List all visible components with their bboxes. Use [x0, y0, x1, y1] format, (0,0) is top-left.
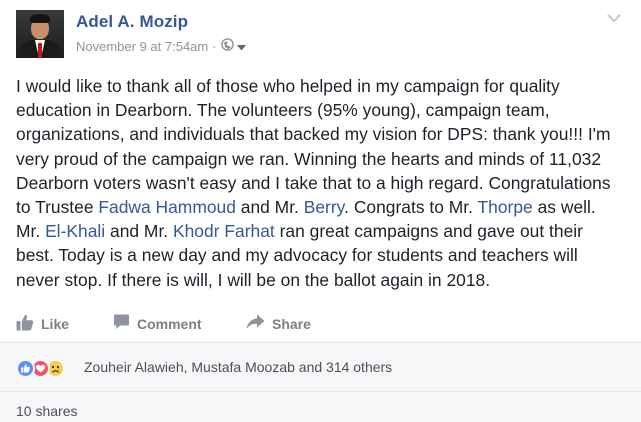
post-text-segment: never stop. If there is will, I will be … [16, 269, 491, 290]
share-button[interactable]: Share [246, 314, 311, 333]
post-text-segment: ran great campaigns and gave out their [274, 221, 583, 242]
mention-link[interactable]: Thorpe [478, 197, 533, 217]
audience-caret-icon[interactable] [236, 39, 246, 54]
mention-link[interactable]: Fadwa Hammoud [98, 197, 236, 217]
mention-link[interactable]: Berry [304, 197, 344, 217]
like-thumb-icon [16, 314, 34, 334]
reaction-icons[interactable] [16, 357, 65, 379]
post-text-line: organizations, and individuals that back… [16, 122, 626, 146]
share-label: Share [272, 315, 311, 332]
like-button[interactable]: Like [16, 314, 69, 334]
post-text-segment: and Mr. [105, 221, 173, 242]
post-meta: November 9 at 7:54am · [76, 38, 246, 54]
meta-separator: · [212, 38, 217, 54]
post-text-line: never stop. If there is will, I will be … [16, 268, 626, 292]
post-text-segment: and Mr. [235, 197, 304, 218]
post-timestamp[interactable]: November 9 at 7:54am [76, 39, 208, 54]
post-text: I would like to thank all of those who h… [16, 74, 626, 292]
post-text-line: Dearborn voters wasn't easy and I take t… [16, 171, 626, 195]
post-text-segment: as well. [532, 197, 596, 218]
reactors-names[interactable]: Zouheir Alawieh, Mustafa Moozab and 314 … [84, 359, 392, 375]
author-name[interactable]: Adel A. Mozip [76, 12, 188, 32]
post-options-chevron-icon[interactable] [607, 10, 621, 28]
feedback-section [0, 343, 641, 422]
like-icon [16, 358, 35, 378]
post-text-segment: very proud of the campaign we ran. Winni… [16, 148, 602, 169]
post-text-line: education in Dearborn. The volunteers (9… [16, 98, 626, 122]
mention-link[interactable]: El-Khali [45, 221, 105, 241]
shares-count[interactable]: 10 shares [16, 403, 77, 419]
mention-link[interactable]: Khodr Farhat [173, 221, 275, 241]
post-text-segment: education in Dearborn. The volunteers (9… [16, 100, 550, 121]
post-text-segment: to Trustee [16, 197, 99, 218]
post-text-segment: Dearborn voters wasn't easy and I take t… [16, 172, 611, 193]
globe-icon[interactable] [220, 38, 234, 54]
post-text-line: to Trustee Fadwa Hammoud and Mr. Berry. … [16, 195, 626, 219]
post-text-line: very proud of the campaign we ran. Winni… [16, 147, 626, 171]
comment-label: Comment [137, 315, 202, 332]
post-text-segment: I would like to thank all of those who h… [16, 76, 560, 96]
post-text-line: Mr. El-Khali and Mr. Khodr Farhat ran gr… [16, 219, 626, 243]
post-text-line: best. Today is a new day and my advocacy… [16, 243, 626, 267]
like-label: Like [41, 316, 70, 332]
post-text-line: I would like to thank all of those who h… [16, 74, 626, 98]
post-text-segment: . Congrats to Mr. [344, 197, 478, 218]
post-header: Adel A. Mozip November 9 at 7:54am · [16, 10, 626, 60]
share-arrow-icon [246, 314, 265, 333]
comment-button[interactable]: Comment [113, 314, 202, 333]
post-text-segment: best. Today is a new day and my advocacy… [16, 245, 578, 266]
post-text-segment: organizations, and individuals that back… [16, 124, 611, 145]
post-text-segment: Mr. [16, 221, 46, 242]
avatar[interactable] [16, 10, 64, 58]
action-bar: Like Comment Share [0, 306, 641, 342]
comment-bubble-icon [113, 314, 130, 333]
shares-divider [0, 391, 641, 392]
facebook-post: Adel A. Mozip November 9 at 7:54am · I w… [0, 0, 641, 422]
